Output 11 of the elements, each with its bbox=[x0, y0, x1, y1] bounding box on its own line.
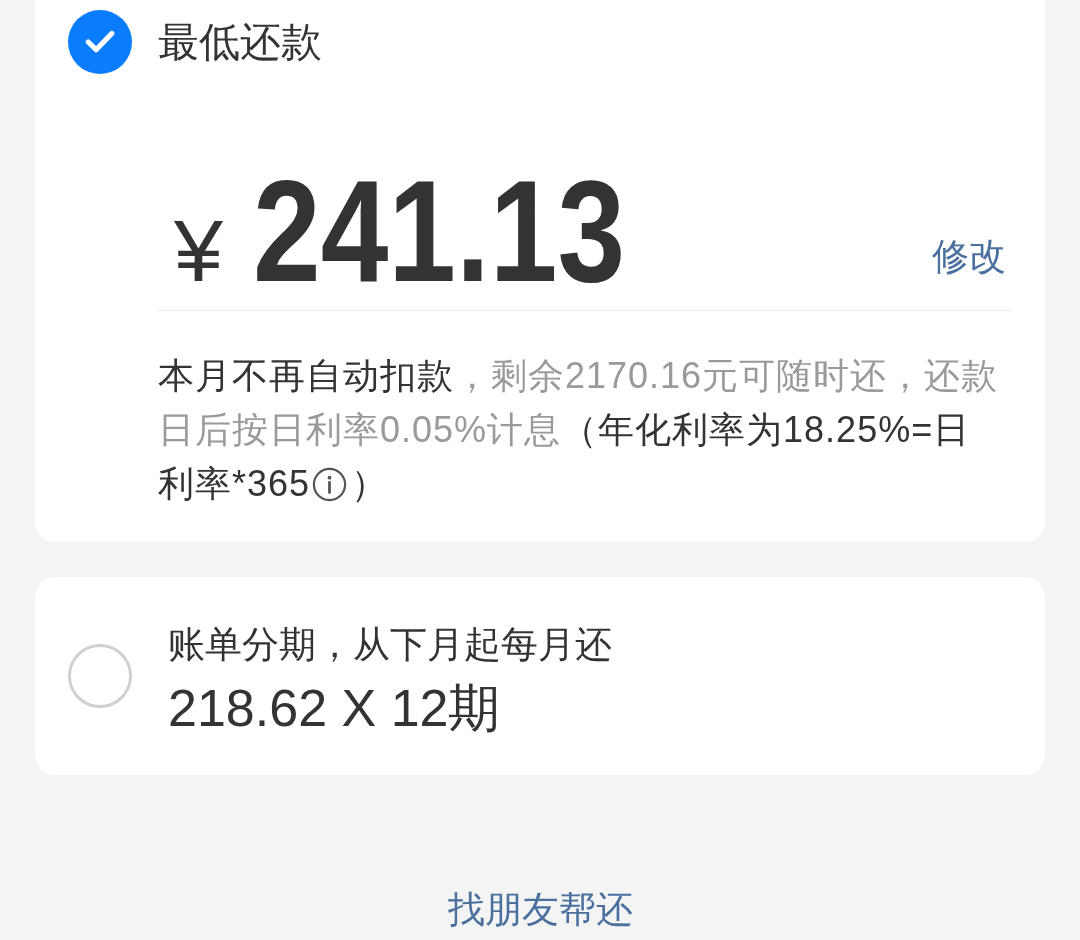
option-label: 最低还款 bbox=[158, 18, 322, 66]
currency-symbol: ¥ bbox=[174, 207, 223, 295]
option-card[interactable]: 账单分期，从下月起每月还 218.62 X 12期 bbox=[35, 577, 1045, 775]
check-icon bbox=[85, 30, 115, 54]
installment-amount: 218.62 X 12期 bbox=[168, 678, 501, 738]
repayment-note: 本月不再自动扣款，剩余2170.16元可随时还，还款日后按日利率0.05%计息（年化利率为18.25%=日利率*365 ） bbox=[158, 354, 1000, 506]
installment-title: 账单分期，从下月起每月还 bbox=[168, 623, 612, 667]
friend-pay-link[interactable]: 找朋友帮还 bbox=[447, 888, 633, 932]
amount-value: 241.13 bbox=[252, 160, 626, 304]
edit-link[interactable]: 修改 bbox=[932, 238, 1006, 275]
info-icon[interactable] bbox=[312, 467, 348, 502]
